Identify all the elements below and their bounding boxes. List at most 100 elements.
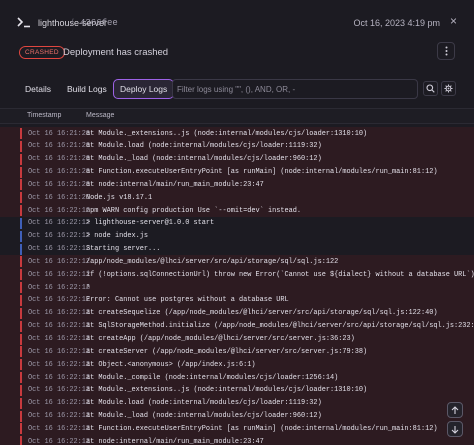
log-list[interactable]: Oct 16 16:21:20 at Module._extensions..js… bbox=[0, 127, 474, 445]
log-level-indicator bbox=[20, 397, 22, 409]
log-table-header: Timestamp Message bbox=[0, 108, 474, 124]
log-message: /app/node_modules/@lhci/server/src/api/s… bbox=[86, 257, 339, 266]
more-options-button[interactable] bbox=[437, 42, 455, 60]
log-message: at Function.executeUserEntryPoint [as ru… bbox=[86, 424, 438, 433]
log-message: > node index.js bbox=[86, 232, 149, 241]
log-level-indicator bbox=[20, 140, 22, 152]
log-row[interactable]: Oct 16 16:21:20 at Module._extensions..js… bbox=[0, 127, 474, 140]
close-icon[interactable]: × bbox=[450, 14, 457, 28]
search-button[interactable] bbox=[423, 81, 438, 96]
log-message: at createServer (/app/node_modules/@lhci… bbox=[86, 347, 368, 356]
search-icon bbox=[426, 84, 435, 93]
log-level-indicator bbox=[20, 372, 22, 384]
log-row[interactable]: Oct 16 16:21:20 Node.js v18.17.1 bbox=[0, 191, 474, 205]
tab-details[interactable]: Details bbox=[25, 79, 51, 99]
deployment-timestamp: Oct 16, 2023 4:19 pm bbox=[353, 18, 440, 28]
log-level-indicator bbox=[20, 423, 22, 435]
log-message: at Module._extensions..js (node:internal… bbox=[86, 129, 368, 138]
log-message: at node:internal/main/run_main_module:23… bbox=[86, 437, 264, 445]
log-timestamp: Oct 16 16:22:12 bbox=[28, 335, 91, 343]
log-row[interactable]: Oct 16 16:22:12 at Object.<anonymous> (/a… bbox=[0, 358, 474, 372]
log-row[interactable]: Oct 16 16:22:12 at Function.executeUserEn… bbox=[0, 422, 474, 436]
log-row[interactable]: Oct 16 16:22:12 > node index.js bbox=[0, 229, 474, 243]
log-message: at Module._extensions..js (node:internal… bbox=[86, 386, 368, 395]
log-level-indicator bbox=[20, 205, 22, 217]
log-timestamp: Oct 16 16:21:20 bbox=[28, 129, 91, 138]
log-timestamp: Oct 16 16:22:12 bbox=[28, 412, 91, 421]
log-level-indicator bbox=[20, 436, 22, 445]
log-row[interactable]: Oct 16 16:22:12 at SqlStorageMethod.initi… bbox=[0, 319, 474, 333]
status-badge: CRASHED bbox=[19, 46, 65, 59]
log-level-indicator bbox=[20, 307, 22, 319]
log-timestamp: Oct 16 16:22:12 bbox=[28, 437, 91, 445]
log-timestamp: Oct 16 16:22:12 bbox=[28, 296, 91, 305]
commit-hash[interactable]: 4366fee bbox=[80, 18, 118, 28]
log-timestamp: Oct 16 16:22:12 bbox=[28, 309, 91, 318]
log-message: at createSequelize (/app/node_modules/@l… bbox=[86, 309, 438, 318]
log-level-indicator bbox=[20, 269, 22, 281]
log-row[interactable]: Oct 16 16:22:12 Starting server... bbox=[0, 242, 474, 256]
log-message: at Module.load (node:internal/modules/cj… bbox=[86, 399, 322, 408]
log-message: Starting server... bbox=[86, 245, 161, 254]
log-filter-input[interactable] bbox=[172, 79, 418, 99]
log-row[interactable]: Oct 16 16:22:12 npm WARN config productio… bbox=[0, 204, 474, 217]
log-level-indicator bbox=[20, 320, 22, 332]
log-level-indicator bbox=[20, 410, 22, 422]
log-message: Error: Cannot use postgres without a dat… bbox=[86, 296, 289, 305]
log-row[interactable]: Oct 16 16:21:20 at node:internal/main/run… bbox=[0, 178, 474, 192]
scroll-up-button[interactable] bbox=[447, 402, 463, 418]
column-header-message[interactable]: Message bbox=[86, 112, 114, 119]
log-timestamp: Oct 16 16:22:12 bbox=[28, 373, 91, 382]
log-level-indicator bbox=[20, 192, 22, 204]
tabs-row: Details Build Logs Deploy Logs bbox=[0, 79, 474, 99]
log-row[interactable]: Oct 16 16:21:20 at Function.executeUserEn… bbox=[0, 165, 474, 179]
log-message: at Module._load (node:internal/modules/c… bbox=[86, 412, 322, 421]
log-level-indicator bbox=[20, 166, 22, 178]
log-timestamp: Oct 16 16:22:12 bbox=[28, 347, 91, 356]
log-timestamp: Oct 16 16:21:20 bbox=[28, 142, 91, 151]
log-row[interactable]: Oct 16 16:22:12 at createApp (/app/node_m… bbox=[0, 332, 474, 346]
log-row[interactable]: Oct 16 16:22:12 at Module.load (node:inte… bbox=[0, 396, 474, 410]
settings-button[interactable] bbox=[441, 81, 456, 96]
log-row[interactable]: Oct 16 16:21:20 at Module._load (node:int… bbox=[0, 152, 474, 166]
log-row[interactable]: Oct 16 16:22:12 > lighthouse-server@1.0.0… bbox=[0, 216, 474, 230]
log-message: Node.js v18.17.1 bbox=[86, 193, 153, 202]
log-message: at createApp (/app/node_modules/@lhci/se… bbox=[86, 335, 355, 343]
log-message: npm WARN config production Use `--omit=d… bbox=[86, 206, 302, 215]
arrow-up-icon bbox=[451, 405, 459, 414]
log-message: at Object.<anonymous> (/app/index.js:6:1… bbox=[86, 360, 256, 369]
column-header-timestamp[interactable]: Timestamp bbox=[27, 112, 61, 119]
tab-deploy-logs[interactable]: Deploy Logs bbox=[113, 79, 175, 99]
log-timestamp: Oct 16 16:22:12 bbox=[28, 399, 91, 408]
log-row[interactable]: Oct 16 16:22:12 at Module._load (node:int… bbox=[0, 409, 474, 423]
status-message: Deployment has crashed bbox=[63, 47, 169, 58]
log-row[interactable]: Oct 16 16:22:12 at createServer (/app/nod… bbox=[0, 345, 474, 359]
log-row[interactable]: Oct 16 16:22:12 Error: Cannot use postgre… bbox=[0, 293, 474, 307]
log-row[interactable]: Oct 16 16:22:12 at Module._extensions..js… bbox=[0, 383, 474, 397]
log-level-indicator bbox=[20, 346, 22, 358]
log-timestamp: Oct 16 16:22:12 bbox=[28, 270, 91, 279]
log-level-indicator bbox=[20, 256, 22, 268]
scroll-down-button[interactable] bbox=[447, 421, 463, 437]
log-timestamp: Oct 16 16:22:12 bbox=[28, 360, 91, 369]
log-row[interactable]: Oct 16 16:22:12 at Module._compile (node:… bbox=[0, 371, 474, 384]
log-level-indicator bbox=[20, 243, 22, 255]
log-message: at Module._load (node:internal/modules/c… bbox=[86, 155, 322, 164]
log-timestamp: Oct 16 16:21:20 bbox=[28, 168, 91, 177]
gear-icon bbox=[444, 84, 453, 93]
log-row[interactable]: Oct 16 16:21:20 at Module.load (node:inte… bbox=[0, 139, 474, 153]
terminal-icon bbox=[17, 17, 30, 28]
log-row[interactable]: Oct 16 16:22:12/app/node_modules/@lhci/s… bbox=[0, 255, 474, 269]
log-timestamp: Oct 16 16:22:12 bbox=[28, 424, 91, 433]
log-level-indicator bbox=[20, 128, 22, 139]
log-message: at Function.executeUserEntryPoint [as ru… bbox=[86, 168, 438, 177]
log-timestamp: Oct 16 16:21:20 bbox=[28, 155, 91, 164]
log-row[interactable]: Oct 16 16:22:12 at createSequelize (/app/… bbox=[0, 306, 474, 320]
log-message: if (!options.sqlConnectionUrl) throw new… bbox=[86, 270, 474, 279]
tab-build-logs[interactable]: Build Logs bbox=[67, 79, 107, 99]
log-row[interactable]: Oct 16 16:22:12 if (!options.sqlConnectio… bbox=[0, 268, 474, 282]
log-timestamp: Oct 16 16:22:12 bbox=[28, 257, 91, 266]
log-row[interactable]: Oct 16 16:22:12 ^ bbox=[0, 281, 474, 294]
log-row[interactable]: Oct 16 16:22:12 at node:internal/main/run… bbox=[0, 435, 474, 445]
log-message: at node:internal/main/run_main_module:23… bbox=[86, 180, 264, 189]
